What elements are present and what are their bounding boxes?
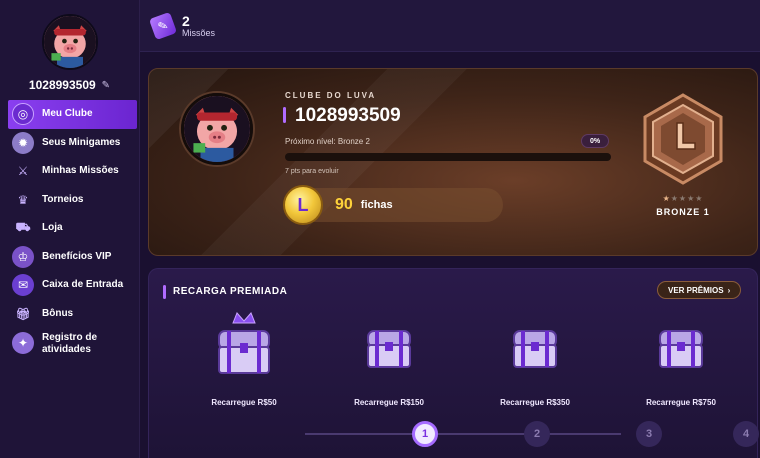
- recharge-tier[interactable]: Recarregue R$750: [616, 309, 746, 407]
- sidebar-item-label: Loja: [42, 222, 63, 234]
- bronze-badge-icon: [643, 93, 723, 185]
- sidebar-item-torneios[interactable]: ♛ Torneios: [0, 186, 139, 215]
- sidebar-item-meu-clube[interactable]: ◎ Meu Clube: [8, 100, 137, 129]
- chest-icon: [513, 330, 557, 368]
- sidebar-item-registro[interactable]: ✦ Registro de atividades: [0, 328, 139, 366]
- club-avatar: [181, 93, 253, 165]
- chest-icon: [367, 330, 411, 368]
- step-3[interactable]: 3: [636, 421, 662, 447]
- recharge-tier[interactable]: Recarregue R$150: [324, 309, 454, 407]
- sidebar-item-loja[interactable]: ⛟ Loja: [0, 214, 139, 243]
- user-avatar[interactable]: [41, 14, 98, 70]
- level-progress-bar: [285, 153, 611, 161]
- mission-icon[interactable]: ✎: [148, 11, 178, 40]
- recharge-section: RECARGA PREMIADA VER PRÊMIOS › Recarregu…: [148, 268, 759, 458]
- sidebar-item-missoes[interactable]: ⚔ Minhas Missões: [0, 157, 139, 186]
- pencil-icon[interactable]: ✎: [102, 80, 110, 91]
- crown-icon: ♔: [12, 245, 34, 268]
- recharge-tier[interactable]: Recarregue R$50: [179, 309, 309, 407]
- sidebar-item-label: Minhas Missões: [42, 165, 119, 177]
- sidebar-item-label: Meu Clube: [42, 108, 93, 120]
- sidebar: 1028993509 ✎ ◎ Meu Clube ✹ Seus Minigame…: [0, 0, 140, 458]
- view-prizes-button[interactable]: VER PRÊMIOS ›: [657, 281, 742, 299]
- chips-balance: L 90 fichas: [283, 185, 503, 225]
- next-level-label: Próximo nível: Bronze 2: [285, 137, 370, 146]
- club-icon: ◎: [12, 103, 34, 126]
- pig-avatar-icon: [184, 96, 250, 162]
- chevron-right-icon: ›: [727, 285, 731, 295]
- sidebar-item-caixa-entrada[interactable]: ✉ Caixa de Entrada: [0, 271, 139, 300]
- chest-icon: [659, 330, 703, 368]
- sidebar-item-label: Benefícios VIP: [42, 250, 112, 262]
- club-kicker: CLUBE DO LUVA: [285, 91, 377, 100]
- star-icon: ★: [662, 194, 671, 203]
- club-card: CLUBE DO LUVA 1028993509 Próximo nível: …: [148, 68, 758, 256]
- star-icon: ★: [670, 194, 679, 203]
- recharge-steps: 1 2 3 4: [149, 419, 759, 449]
- missions-count: 2: [182, 12, 190, 29]
- step-1[interactable]: 1: [412, 421, 438, 447]
- recharge-tier-label: Recarregue R$150: [354, 398, 424, 407]
- step-2[interactable]: 2: [524, 421, 550, 447]
- topbar: ✎ 2 Missões: [140, 0, 760, 52]
- sidebar-nav: ◎ Meu Clube ✹ Seus Minigames ⚔ Minhas Mi…: [0, 100, 139, 366]
- main-content: ✎ 2 Missões CLUBE DO LUVA 1028993509 Pró…: [140, 0, 760, 458]
- progress-percent-badge: 0%: [581, 134, 610, 148]
- sidebar-item-label: Registro de atividades: [42, 332, 98, 355]
- recharge-tier-label: Recarregue R$350: [500, 398, 570, 407]
- missions-label: Missões: [182, 27, 216, 38]
- chip-coin-icon: L: [283, 185, 323, 225]
- recharge-tier[interactable]: Recarregue R$350: [470, 309, 600, 407]
- username: 1028993509: [28, 78, 96, 92]
- rank-stars: ★★★★★: [635, 194, 731, 203]
- sidebar-item-vip[interactable]: ♔ Benefícios VIP: [0, 243, 139, 272]
- crowned-chest-icon: [218, 312, 270, 374]
- cart-icon: ⛟: [15, 220, 31, 235]
- sidebar-item-bonus[interactable]: 🎁︎ Bônus: [0, 300, 139, 329]
- chips-value: 90: [335, 196, 353, 213]
- club-title: 1028993509: [295, 105, 401, 126]
- rank-badge: ★★★★★ BRONZE 1: [635, 91, 731, 251]
- view-prizes-label: VER PRÊMIOS: [668, 285, 724, 295]
- recharge-tier-label: Recarregue R$50: [211, 398, 277, 407]
- star-icon: ★: [678, 194, 688, 203]
- chips-label: fichas: [360, 199, 393, 211]
- missions-indicator[interactable]: 2 Missões: [182, 14, 215, 38]
- activity-icon: ✦: [12, 332, 34, 354]
- recharge-title: RECARGA PREMIADA: [173, 286, 288, 297]
- points-to-evolve: 7 pts para evoluir: [285, 168, 339, 175]
- sidebar-item-minigames[interactable]: ✹ Seus Minigames: [0, 129, 139, 158]
- sidebar-item-label: Seus Minigames: [42, 136, 121, 148]
- section-accent-bar: [163, 285, 166, 299]
- swords-icon: ⚔: [17, 164, 29, 179]
- step-4[interactable]: 4: [733, 421, 759, 447]
- star-icon: ★: [695, 194, 704, 203]
- rank-name: BRONZE 1: [656, 207, 710, 217]
- trophy-icon: ♛: [17, 192, 29, 207]
- pig-avatar-icon: [43, 16, 96, 68]
- title-accent-bar: [283, 107, 286, 123]
- username-row: 1028993509 ✎: [29, 78, 110, 92]
- sidebar-item-label: Caixa de Entrada: [42, 279, 124, 291]
- steps-connector: [305, 433, 621, 435]
- recharge-tier-label: Recarregue R$750: [646, 398, 716, 407]
- sidebar-item-label: Bônus: [42, 307, 74, 319]
- minigames-icon: ✹: [12, 131, 34, 154]
- mail-icon: ✉: [12, 274, 34, 297]
- gift-icon: 🎁︎: [15, 306, 31, 321]
- sidebar-item-label: Torneios: [42, 193, 84, 205]
